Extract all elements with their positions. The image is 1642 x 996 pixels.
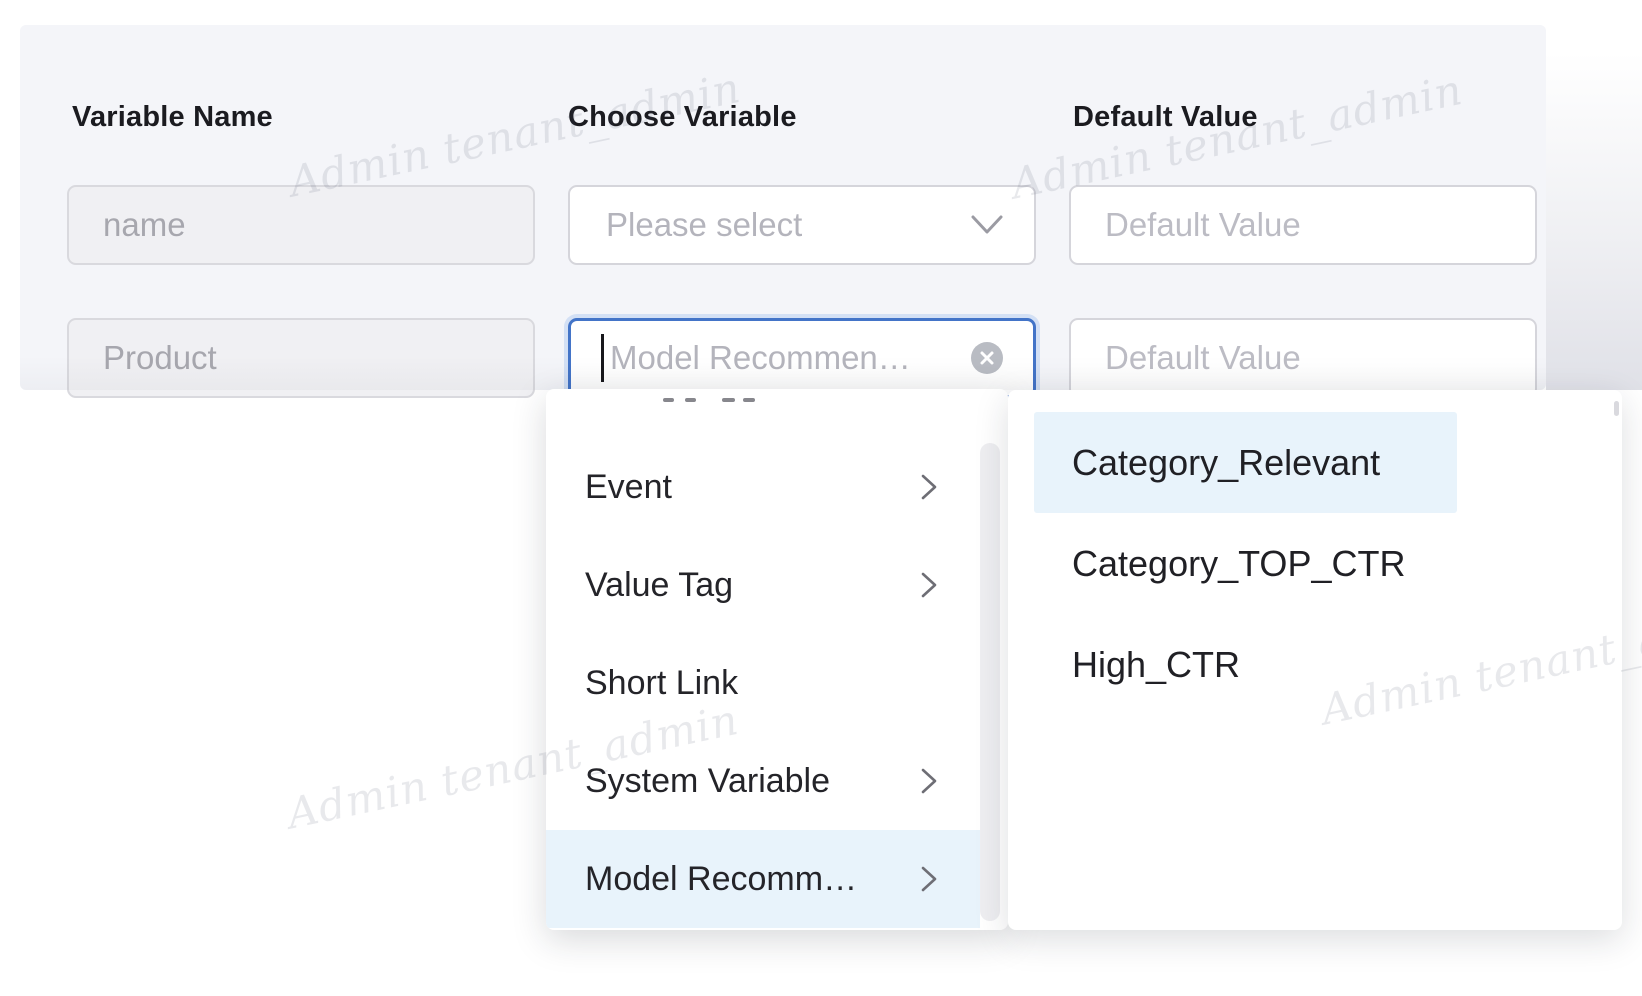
- chevron-right-icon: [918, 765, 940, 797]
- default-value-label: Default Value: [1073, 101, 1258, 134]
- menu-item-event[interactable]: Event: [546, 438, 980, 536]
- variable-name-input-row1: [67, 185, 535, 265]
- menu-item-value-tag[interactable]: Value Tag: [546, 536, 980, 634]
- chevron-right-icon: [918, 569, 940, 601]
- chevron-down-icon: [970, 213, 1004, 237]
- menu-item-model-recommend[interactable]: Model Recomm…: [546, 830, 980, 928]
- choose-variable-select-row2[interactable]: Model Recommen…: [568, 318, 1036, 398]
- choose-variable-select-row1[interactable]: Please select: [568, 185, 1036, 265]
- default-value-input-row1[interactable]: [1069, 185, 1537, 265]
- submenu-item-high-ctr[interactable]: High_CTR: [1034, 614, 1457, 715]
- variable-name-input-row2: [67, 318, 535, 398]
- cascader-dropdown-menu: Event Value Tag Short Link System Variab…: [546, 389, 1008, 930]
- text-cursor: [601, 334, 604, 382]
- select-placeholder: Please select: [606, 206, 802, 244]
- menu-item-system-variable[interactable]: System Variable: [546, 732, 980, 830]
- clear-selection-icon[interactable]: [971, 342, 1003, 374]
- variable-form-panel: Variable Name Choose Variable Default Va…: [20, 25, 1546, 390]
- right-edge-shadow: [1546, 52, 1642, 390]
- variable-name-label: Variable Name: [72, 101, 273, 134]
- menu-scrollbar-thumb[interactable]: [980, 443, 1000, 921]
- default-value-input-row2[interactable]: [1069, 318, 1537, 398]
- chevron-right-icon: [918, 471, 940, 503]
- cascader-submenu: Category_Relevant Category_TOP_CTR High_…: [1008, 390, 1622, 930]
- choose-variable-label: Choose Variable: [568, 101, 797, 134]
- menu-item-short-link[interactable]: Short Link: [546, 634, 980, 732]
- submenu-item-category-top-ctr[interactable]: Category_TOP_CTR: [1034, 513, 1457, 614]
- selected-value: Model Recommen…: [610, 339, 963, 377]
- submenu-scrollbar-thumb[interactable]: [1614, 401, 1619, 416]
- submenu-item-category-relevant[interactable]: Category_Relevant: [1034, 412, 1457, 513]
- chevron-right-icon: [918, 863, 940, 895]
